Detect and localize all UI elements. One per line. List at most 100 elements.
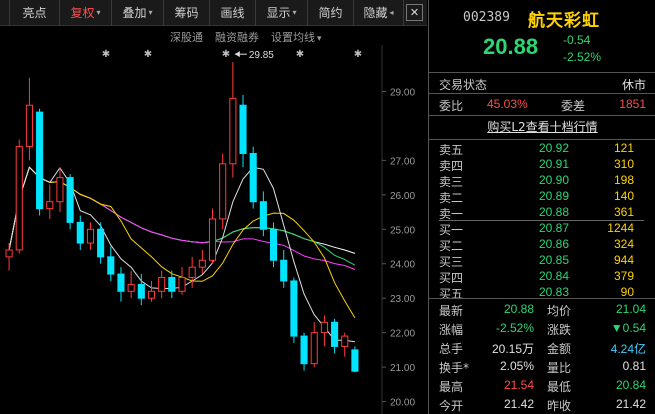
candle-body bbox=[36, 111, 44, 210]
ask-row[interactable]: 卖五 20.92 121 bbox=[429, 141, 655, 158]
toolbar-simple-button[interactable]: 简约 bbox=[308, 0, 354, 26]
toolbar-simple-label: 简约 bbox=[318, 6, 343, 20]
candle-body bbox=[219, 163, 227, 220]
divider bbox=[429, 93, 655, 94]
ask-volume: 121 bbox=[613, 141, 634, 155]
stat-label: 最新 bbox=[439, 304, 464, 318]
toolbar-display-button[interactable]: 显示 ▾ bbox=[256, 0, 308, 26]
margin-trading-link[interactable]: 融资融券 bbox=[215, 29, 259, 45]
candle-body bbox=[66, 177, 74, 223]
ask-price: 20.88 bbox=[538, 205, 569, 219]
trading-status-value: 休市 bbox=[621, 78, 646, 92]
ask-volume: 198 bbox=[613, 173, 634, 187]
candle-body bbox=[229, 97, 237, 165]
bid-row[interactable]: 买四 20.84 379 bbox=[429, 269, 655, 286]
ask-level-label: 卖四 bbox=[439, 159, 464, 173]
bid-row[interactable]: 买二 20.86 324 bbox=[429, 237, 655, 254]
shenzhen-connect-link[interactable]: 深股通 bbox=[170, 29, 203, 45]
close-icon[interactable]: ✕ bbox=[406, 4, 423, 21]
ask-row[interactable]: 卖三 20.90 198 bbox=[429, 173, 655, 190]
stat-row: 换手* 2.05% 量比 0.81 bbox=[429, 358, 655, 376]
candle-body bbox=[117, 273, 125, 292]
toolbar-adjust-button[interactable]: 复权 ▾ bbox=[60, 0, 112, 26]
high-annotation-arrow bbox=[234, 51, 240, 58]
stat-value: 4.24亿 bbox=[610, 342, 646, 356]
chart-subbar: 深股通 融资融券 设置均线 ▾ bbox=[170, 29, 370, 45]
toolbar-hide-button[interactable]: 隐藏 ◂ bbox=[354, 0, 404, 26]
bid-price: 20.86 bbox=[538, 237, 569, 251]
candle-body bbox=[76, 221, 84, 244]
stat-row: 今开 21.42 昨收 21.42 bbox=[429, 396, 655, 414]
candle-body bbox=[137, 283, 145, 299]
event-marker-icon: ✱ bbox=[144, 49, 152, 60]
candle-body bbox=[97, 228, 105, 258]
toolbar-left-edge bbox=[0, 0, 10, 26]
candle-body bbox=[310, 332, 318, 365]
stat-value: 20.88 bbox=[503, 302, 534, 316]
ask-price: 20.91 bbox=[538, 157, 569, 171]
bid-level-label: 买四 bbox=[439, 271, 464, 285]
stock-name: 航天彩虹 bbox=[528, 11, 600, 31]
bid-price: 20.84 bbox=[538, 269, 569, 283]
toolbar-chips-button[interactable]: 筹码 bbox=[164, 0, 210, 26]
stat-value: 21.42 bbox=[503, 397, 534, 411]
buy-l2-link[interactable]: 购买L2查看十档行情 bbox=[429, 118, 655, 136]
stock-code: 002389 bbox=[463, 10, 510, 25]
order-ratio-label: 委比 bbox=[439, 99, 464, 113]
candle-body bbox=[188, 266, 196, 279]
kline-chart[interactable]: 29.00 27.00 26.00 25.00 24.00 23.00 22.00 21.00… bbox=[0, 45, 427, 414]
bid-row[interactable]: 买五 20.83 90 bbox=[429, 285, 655, 302]
toolbar-highlights-button[interactable]: 亮点 bbox=[10, 0, 60, 26]
candle-body bbox=[86, 228, 95, 244]
ma-settings-button[interactable]: 设置均线 ▾ bbox=[271, 29, 322, 45]
toolbar-overlay-button[interactable]: 叠加 ▾ bbox=[112, 0, 164, 26]
order-ratio-row: 委比 45.03% 委差 1851 bbox=[429, 96, 655, 114]
event-marker-icon: ✱ bbox=[296, 49, 304, 60]
candle-body bbox=[198, 259, 206, 268]
order-diff-value: 1851 bbox=[619, 97, 646, 111]
price-tick-label: 20.00 bbox=[390, 398, 415, 409]
ask-row[interactable]: 卖四 20.91 310 bbox=[429, 157, 655, 174]
toolbar-hide-label: 隐藏 bbox=[363, 6, 388, 20]
event-marker-icon: ✱ bbox=[222, 49, 230, 60]
price-tick-label: 24.00 bbox=[390, 260, 415, 271]
last-price: 20.88 bbox=[483, 34, 539, 59]
toolbar-highlights-label: 亮点 bbox=[22, 6, 47, 20]
bid-volume: 379 bbox=[613, 269, 634, 283]
high-annotation-label: 29.85 bbox=[249, 50, 274, 61]
ask-volume: 140 bbox=[613, 189, 634, 203]
quote-panel: 002389 航天彩虹 20.88 -0.54 -2.52% 交易状态 休市 委… bbox=[428, 0, 655, 414]
candle-body bbox=[290, 280, 298, 337]
order-ratio-value: 45.03% bbox=[487, 97, 528, 111]
toolbar-draw-button[interactable]: 画线 bbox=[210, 0, 256, 26]
ask-level-label: 卖五 bbox=[439, 143, 464, 157]
candle-body bbox=[208, 218, 217, 261]
toolbar-draw-label: 画线 bbox=[220, 6, 245, 20]
bid-row[interactable]: 买三 20.85 944 bbox=[429, 253, 655, 270]
stat-label: 最高 bbox=[439, 380, 464, 394]
trading-status-label: 交易状态 bbox=[439, 78, 488, 92]
event-marker-icon: ✱ bbox=[354, 49, 362, 60]
kline-svg: 29.00 27.00 26.00 25.00 24.00 23.00 22.00 21.00… bbox=[5, 45, 415, 414]
toolbar-overlay-label: 叠加 bbox=[122, 6, 147, 20]
bid-volume: 324 bbox=[613, 237, 634, 251]
stat-value: 21.54 bbox=[503, 378, 534, 392]
chevron-down-icon: ▾ bbox=[96, 8, 101, 17]
price-tick-label: 23.00 bbox=[390, 294, 415, 305]
candle-body bbox=[320, 321, 328, 334]
candle-body bbox=[331, 321, 339, 347]
toolbar-display-label: 显示 bbox=[266, 6, 291, 20]
stat-row: 总手 20.15万 金额 4.24亿 bbox=[429, 339, 655, 357]
price-tick-label: 29.00 bbox=[390, 87, 415, 98]
stat-label: 涨幅 bbox=[439, 323, 464, 337]
bid-price: 20.87 bbox=[538, 221, 569, 235]
ask-volume: 310 bbox=[613, 157, 634, 171]
bid-row[interactable]: 买一 20.87 1244 bbox=[429, 221, 655, 238]
stat-label: 量比 bbox=[547, 361, 572, 375]
candle-body bbox=[147, 290, 156, 299]
candle-body bbox=[280, 259, 288, 282]
stat-value: 20.84 bbox=[615, 378, 646, 392]
candle-body bbox=[239, 104, 247, 154]
trading-status-row: 交易状态 休市 bbox=[429, 75, 655, 93]
ask-row[interactable]: 卖二 20.89 140 bbox=[429, 189, 655, 206]
